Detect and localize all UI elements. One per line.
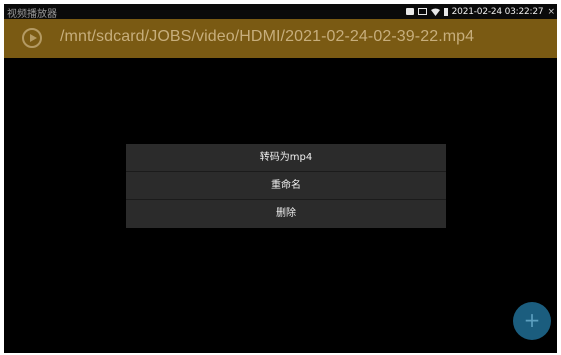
battery-icon	[443, 7, 448, 16]
title-bar: /mnt/sdcard/JOBS/video/HDMI/2021-02-24-0…	[4, 19, 557, 58]
menu-item-rename[interactable]: 重命名	[126, 172, 446, 200]
screen-icon	[405, 8, 414, 15]
wifi-icon	[430, 8, 440, 16]
menu-item-delete[interactable]: 删除	[126, 200, 446, 228]
status-time: 2021-02-24 03:22:27	[451, 6, 544, 17]
context-menu: 转码为mp4 重命名 删除	[126, 144, 446, 228]
display-icon	[417, 8, 427, 15]
file-path-title: /mnt/sdcard/JOBS/video/HDMI/2021-02-24-0…	[60, 28, 475, 45]
add-icon: +	[523, 308, 541, 332]
add-button[interactable]: +	[513, 302, 551, 340]
status-app-title: 视频播放器	[7, 9, 57, 20]
menu-item-transcode-mp4[interactable]: 转码为mp4	[126, 144, 446, 172]
status-right-group: 2021-02-24 03:22:27 ×	[405, 4, 555, 19]
status-bar: 视频播放器 2021-02-24 03:22:27 ×	[4, 4, 557, 20]
close-icon[interactable]: ×	[547, 7, 555, 17]
play-icon[interactable]	[22, 28, 42, 48]
device-screen: 视频播放器 2021-02-24 03:22:27 × /mnt/sdcard/…	[4, 4, 557, 353]
